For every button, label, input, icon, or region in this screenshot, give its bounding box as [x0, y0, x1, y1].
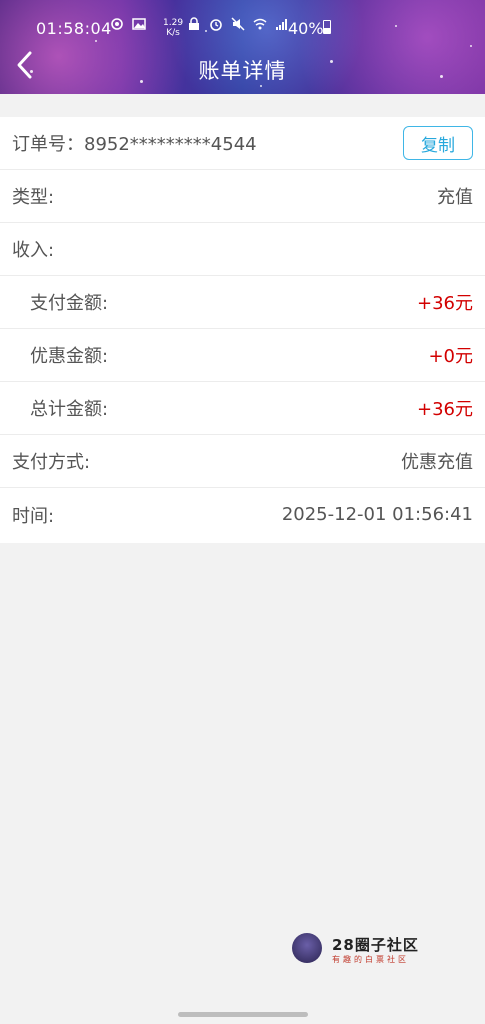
logo-badge-icon: [292, 933, 322, 963]
order-number: 8952*********4544: [84, 134, 257, 155]
battery-icon: [323, 20, 331, 34]
type-row: 类型: 充值: [0, 170, 485, 223]
order-label: 订单号：: [12, 134, 84, 155]
income-row: 收入:: [0, 223, 485, 276]
watermark-logo: 28圈子社区 有趣的白票社区: [292, 932, 422, 968]
alarm-icon: [210, 19, 222, 31]
payment-method-row: 支付方式: 优惠充值: [0, 435, 485, 488]
page-title: 账单详情: [198, 59, 287, 83]
discount-amount-value: +0元: [428, 346, 473, 367]
gallery-icon: [132, 18, 146, 30]
network-speed: 1.29 K/s: [163, 18, 183, 38]
type-label: 类型:: [12, 187, 55, 208]
time-row: 时间: 2025-12-01 01:56:41: [0, 488, 485, 541]
paid-amount-row: 支付金额: +36元: [0, 276, 485, 329]
home-indicator[interactable]: [178, 1012, 308, 1017]
time-label: 时间:: [12, 505, 55, 527]
copy-button[interactable]: 复制: [403, 126, 473, 160]
bill-detail-card: 订单号：8952*********4544 复制 类型: 充值 收入: 支付金额…: [0, 117, 485, 543]
status-icons-right: [187, 17, 289, 31]
income-label: 收入:: [12, 240, 55, 261]
mute-icon: [231, 17, 245, 31]
order-number-row: 订单号：8952*********4544 复制: [0, 117, 485, 170]
total-amount-value: +36元: [417, 399, 473, 420]
discount-amount-label: 优惠金额:: [30, 346, 109, 367]
order-number-display: 订单号：8952*********4544: [12, 130, 257, 156]
star-decoration: [260, 85, 262, 87]
type-value: 充值: [437, 187, 473, 208]
battery-level: 40%: [288, 19, 324, 38]
logo-sub-text: 有趣的白票社区: [332, 955, 409, 964]
paid-amount-value: +36元: [417, 293, 473, 314]
signal-icon: [276, 19, 287, 30]
sync-icon: [111, 18, 123, 30]
total-amount-label: 总计金额:: [30, 399, 109, 420]
total-amount-row: 总计金额: +36元: [0, 382, 485, 435]
time-value: 2025-12-01 01:56:41: [281, 504, 473, 525]
lock-icon: [189, 17, 199, 30]
status-icons-left: [110, 17, 146, 31]
speed-unit: K/s: [166, 28, 180, 38]
status-time: 01:58:04: [36, 19, 112, 38]
wifi-icon: [253, 18, 267, 30]
payment-method-label: 支付方式:: [12, 452, 91, 473]
paid-amount-label: 支付金额:: [30, 293, 109, 314]
discount-amount-row: 优惠金额: +0元: [0, 329, 485, 382]
header-bar: 01:58:04 1.29 K/s 40% 账单详情: [0, 0, 485, 94]
logo-main-text: 28圈子社区: [332, 936, 419, 954]
speed-value: 1.29: [163, 18, 184, 28]
payment-method-value: 优惠充值: [401, 452, 473, 473]
status-bar: 01:58:04 1.29 K/s 40%: [0, 0, 485, 48]
